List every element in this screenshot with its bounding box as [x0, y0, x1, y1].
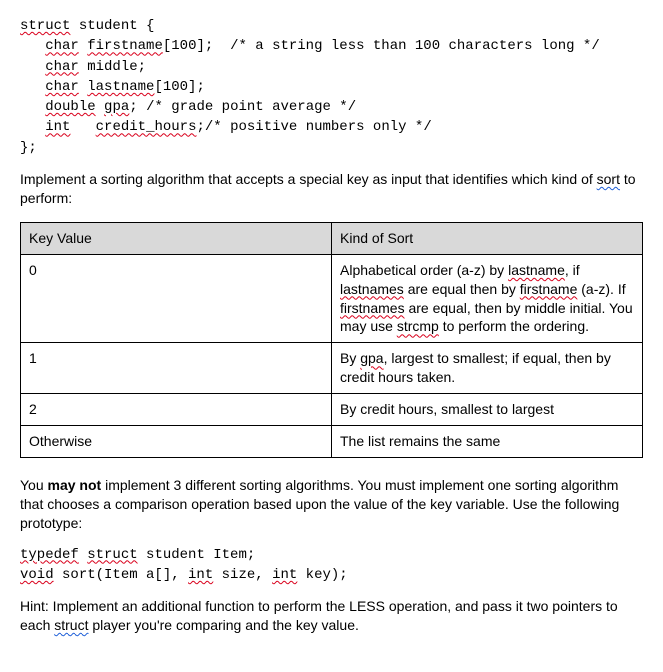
- cell-text: strcmp: [397, 318, 439, 334]
- kw-void: void: [20, 567, 54, 583]
- paragraph-hint: Hint: Implement an additional function t…: [20, 597, 643, 635]
- cell-key: 1: [21, 343, 332, 394]
- table-row: 1By gpa, largest to smallest; if equal, …: [21, 343, 643, 394]
- cell-key: 0: [21, 254, 332, 343]
- code-text: [100];: [154, 79, 204, 95]
- cell-text: By: [340, 350, 360, 366]
- code-text: ; /* grade point average */: [129, 99, 356, 115]
- cell-text: (a-z). If: [577, 281, 625, 297]
- kw-int: int: [45, 119, 70, 135]
- cell-text: firstname: [520, 281, 578, 297]
- kw-char: char: [45, 38, 79, 54]
- cell-key: Otherwise: [21, 425, 332, 457]
- cell-kind: By credit hours, smallest to largest: [332, 394, 643, 426]
- cell-text: Alphabetical order (a-z) by: [340, 262, 508, 278]
- cell-text: firstnames: [340, 300, 405, 316]
- word-struct: struct: [54, 617, 88, 633]
- cell-text: lastname: [508, 262, 565, 278]
- kw-int: int: [188, 567, 213, 583]
- cell-text: lastnames: [340, 281, 404, 297]
- code-text: student {: [70, 18, 154, 34]
- table-row: Otherwise The list remains the same: [21, 425, 643, 457]
- code-text: };: [20, 140, 37, 156]
- text: implement 3 different sorting algorithms…: [20, 477, 619, 531]
- ident-firstname: firstname: [87, 38, 163, 54]
- cell-text: , if: [565, 262, 580, 278]
- key-sort-table: Key Value Kind of Sort 0Alphabetical ord…: [20, 222, 643, 458]
- code-text: middle;: [79, 59, 146, 75]
- paragraph-instruction-1: Implement a sorting algorithm that accep…: [20, 170, 643, 208]
- col-kind-of-sort: Kind of Sort: [332, 222, 643, 254]
- cell-text: to perform the ordering.: [439, 318, 589, 334]
- code-text: [100]; /* a string less than 100 charact…: [163, 38, 600, 54]
- cell-text: By credit hours, smallest to largest: [340, 401, 554, 417]
- code-text: sort(Item a[],: [54, 567, 188, 583]
- cell-text: The list remains the same: [340, 433, 500, 449]
- bold-may-not: may not: [48, 477, 102, 493]
- cell-kind: Alphabetical order (a-z) by lastname, if…: [332, 254, 643, 343]
- kw-typedef: typedef: [20, 547, 79, 563]
- paragraph-instruction-2: You may not implement 3 different sortin…: [20, 476, 643, 533]
- code-text: ;/* positive numbers only */: [196, 119, 431, 135]
- cell-kind: By gpa, largest to smallest; if equal, t…: [332, 343, 643, 394]
- cell-kind: The list remains the same: [332, 425, 643, 457]
- text: Implement a sorting algorithm that accep…: [20, 171, 597, 187]
- kw-double: double: [45, 99, 95, 115]
- cell-text: gpa: [360, 350, 383, 366]
- kw-char: char: [45, 79, 79, 95]
- code-block-prototype: typedef struct student Item; void sort(I…: [20, 545, 643, 586]
- kw-struct: struct: [87, 547, 137, 563]
- code-text: student Item;: [138, 547, 256, 563]
- code-text: size,: [213, 567, 272, 583]
- code-block-struct: struct student { char firstname[100]; /*…: [20, 16, 643, 158]
- kw-struct: struct: [20, 18, 70, 34]
- ident-lastname: lastname: [87, 79, 154, 95]
- word-sort: sort: [597, 171, 620, 187]
- text: player you're comparing and the key valu…: [88, 617, 358, 633]
- cell-key: 2: [21, 394, 332, 426]
- text: You: [20, 477, 48, 493]
- kw-char: char: [45, 59, 79, 75]
- cell-text: are equal then by: [404, 281, 520, 297]
- code-text: key);: [297, 567, 347, 583]
- ident-credit-hours: credit_hours: [96, 119, 197, 135]
- col-key-value: Key Value: [21, 222, 332, 254]
- ident-gpa: gpa: [104, 99, 129, 115]
- code-text: [70, 119, 95, 135]
- kw-int: int: [272, 567, 297, 583]
- table-row: 2 By credit hours, smallest to largest: [21, 394, 643, 426]
- table-row: 0Alphabetical order (a-z) by lastname, i…: [21, 254, 643, 343]
